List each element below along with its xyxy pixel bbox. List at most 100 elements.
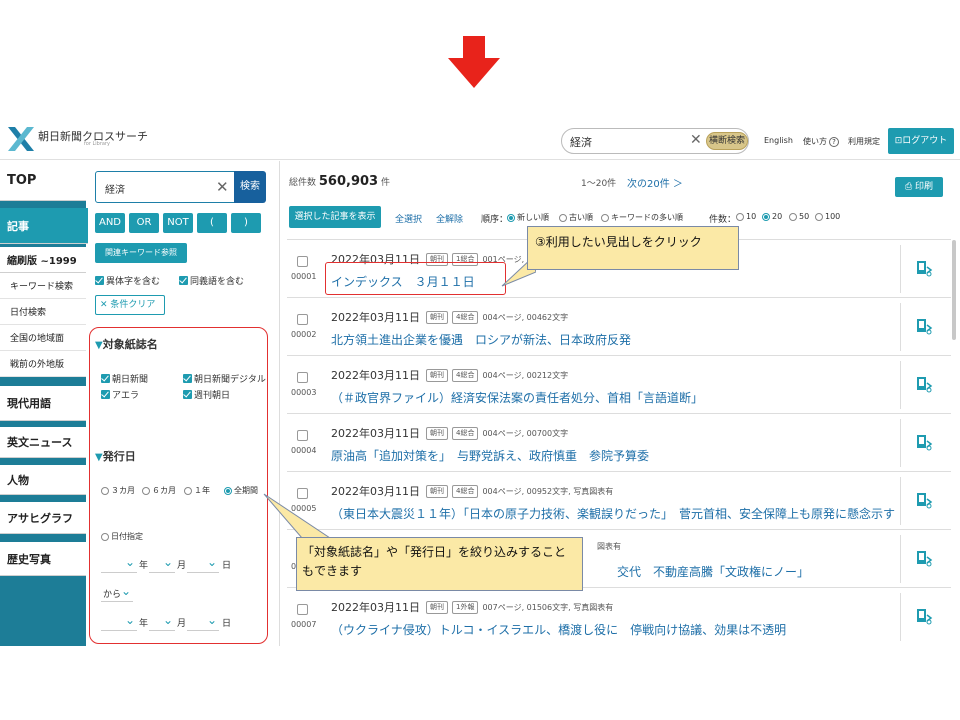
- or-button[interactable]: OR: [129, 213, 159, 233]
- document-view-icon[interactable]: [914, 491, 934, 511]
- nav-gendai[interactable]: 現代用語: [0, 386, 86, 421]
- period-all-radio[interactable]: 全期間: [224, 485, 258, 496]
- nav-person[interactable]: 人物: [0, 465, 86, 495]
- scrollbar[interactable]: [952, 240, 956, 340]
- row-title-link[interactable]: （東日本大震災１１年）「日本の原子力技術、楽観誤りだった」 菅元首相、安全保障上…: [331, 505, 895, 522]
- period-1y-radio[interactable]: １年: [184, 485, 210, 496]
- top-clear-icon[interactable]: ✕: [690, 132, 702, 148]
- paper-digital-checkbox[interactable]: 朝日新聞デジタル: [183, 372, 266, 385]
- nav-history-photo[interactable]: 歴史写真: [0, 542, 86, 576]
- row-title-link[interactable]: （ウクライナ侵攻）トルコ・イスラエル、橋渡し役に 停戦向け協議、効果は不透明: [331, 621, 786, 638]
- count-label: 件数：: [709, 215, 737, 225]
- radio-icon: [736, 212, 744, 221]
- paper-weekly-checkbox[interactable]: 週刊朝日: [183, 388, 230, 401]
- logo[interactable]: 朝日新聞クロスサーチ for Library: [8, 127, 148, 151]
- from-day-select[interactable]: ⌄: [187, 553, 219, 573]
- row-title-link[interactable]: 北方領土進出企業を優遇 ロシアが新法、日本政府反発: [331, 331, 631, 348]
- english-link[interactable]: English: [764, 136, 793, 145]
- period-6m-radio[interactable]: ６カ月: [142, 485, 176, 496]
- open-paren-button[interactable]: (: [197, 213, 227, 233]
- day-label: 日: [222, 561, 232, 571]
- range-from-select[interactable]: から ⌄: [101, 582, 133, 602]
- variant-char-checkbox[interactable]: 異体字を含む: [95, 274, 160, 287]
- keyword-clear-icon[interactable]: ✕: [216, 178, 229, 196]
- year-label: 年: [139, 561, 149, 571]
- table-row: 00004 2022年03月11日 朝刊 4総合 004ページ, 00700文字 原油…: [287, 413, 951, 471]
- from-month-select[interactable]: ⌄: [149, 553, 175, 573]
- row-checkbox[interactable]: [297, 372, 308, 383]
- print-button[interactable]: ⎙ 印刷: [895, 177, 943, 197]
- table-row: 00005 2022年03月11日 朝刊 4総合 004ページ, 00952文字, 写…: [287, 471, 951, 529]
- nav-sub-regional[interactable]: 全国の地域面: [0, 325, 86, 351]
- document-view-icon[interactable]: [914, 375, 934, 395]
- date-section-title[interactable]: ▼発行日: [95, 448, 136, 464]
- nav-sub-prewar[interactable]: 戦前の外地版: [0, 351, 86, 377]
- from-year-select[interactable]: ⌄: [101, 553, 137, 573]
- paper-aera-checkbox[interactable]: アエラ: [101, 388, 139, 401]
- document-view-icon[interactable]: [914, 433, 934, 453]
- order-newest-radio[interactable]: 新しい順: [507, 212, 549, 223]
- usage-link[interactable]: 使い方?: [803, 136, 839, 147]
- nav-kiji[interactable]: 記事: [0, 208, 92, 244]
- date-specify-radio[interactable]: 日付指定: [101, 531, 143, 542]
- page-range: 1～20件: [581, 179, 617, 189]
- count-20-radio[interactable]: 20: [762, 212, 782, 221]
- related-keyword-button[interactable]: 関連キーワード参照: [95, 243, 187, 263]
- row-meta: 図表有: [597, 541, 621, 552]
- nav-sub-keyword[interactable]: キーワード検索: [0, 273, 86, 299]
- synonym-checkbox[interactable]: 同義語を含む: [179, 274, 244, 287]
- search-button[interactable]: 検索: [234, 171, 266, 203]
- order-keyword-radio[interactable]: キーワードの多い順: [601, 212, 683, 223]
- document-view-icon[interactable]: [914, 549, 934, 569]
- order-oldest-radio[interactable]: 古い順: [559, 212, 593, 223]
- row-title-link[interactable]: （＃政官界ファイル）経済安保法案の責任者処分、首相「言語道断」: [331, 389, 703, 406]
- not-button[interactable]: NOT: [163, 213, 193, 233]
- count-10-label: 10: [746, 212, 757, 221]
- row-checkbox[interactable]: [297, 430, 308, 441]
- row-divider: [900, 419, 901, 467]
- papers-section-title[interactable]: ▼対象紙誌名: [95, 336, 158, 352]
- synonym-label: 同義語を含む: [190, 277, 245, 287]
- cross-search-button[interactable]: 横断検索: [706, 132, 748, 150]
- clear-conditions-button[interactable]: ✕ 条件クリア: [95, 295, 165, 315]
- to-year-select[interactable]: ⌄: [101, 611, 137, 631]
- and-button[interactable]: AND: [95, 213, 125, 233]
- paper-asahi-checkbox[interactable]: 朝日新聞: [101, 372, 148, 385]
- deselect-all-link[interactable]: 全解除: [436, 212, 463, 225]
- row-checkbox[interactable]: [297, 314, 308, 325]
- period-3m-radio[interactable]: ３カ月: [101, 485, 135, 496]
- row-title-link[interactable]: 原油高「追加対策を」 与野党訴え、政府慎重 参院予算委: [331, 447, 649, 464]
- terms-link[interactable]: 利用規定: [848, 136, 880, 147]
- row-date: 2022年03月11日: [331, 601, 420, 614]
- row-title-link[interactable]: 交代 不動産高騰「文政権にノー」: [617, 563, 809, 580]
- show-selected-button[interactable]: 選択した記事を表示: [289, 206, 381, 228]
- nav-shukusatsu[interactable]: 縮刷版 ~1999: [0, 247, 86, 273]
- top-search-input[interactable]: 経済: [570, 134, 592, 150]
- to-month-select[interactable]: ⌄: [149, 611, 175, 631]
- keyword-input[interactable]: 経済 ✕: [95, 171, 235, 203]
- close-paren-button[interactable]: ): [231, 213, 261, 233]
- nav-top[interactable]: TOP: [0, 161, 86, 201]
- top-search-box[interactable]: 経済 ✕ 横断検索: [561, 128, 749, 154]
- count-10-radio[interactable]: 10: [736, 212, 756, 221]
- row-checkbox[interactable]: [297, 604, 308, 615]
- to-day-select[interactable]: ⌄: [187, 611, 219, 631]
- document-view-icon[interactable]: [914, 607, 934, 627]
- document-view-icon[interactable]: [914, 317, 934, 337]
- row-title-link[interactable]: インデックス ３月１１日: [331, 273, 475, 290]
- count-50-radio[interactable]: 50: [789, 212, 809, 221]
- total-unit: 件: [380, 178, 390, 188]
- next-page-link[interactable]: 次の20件 ＞: [627, 175, 683, 190]
- row-info: 004ページ, 00212文字: [482, 370, 569, 380]
- paper-weekly-label: 週刊朝日: [194, 391, 231, 401]
- count-100-radio[interactable]: 100: [815, 212, 840, 221]
- paper-asahi-label: 朝日新聞: [112, 375, 149, 385]
- nav-sub-date[interactable]: 日付検索: [0, 299, 86, 325]
- order-oldest-label: 古い順: [569, 213, 593, 222]
- nav-english-news[interactable]: 英文ニュース: [0, 427, 86, 458]
- select-all-link[interactable]: 全選択: [395, 212, 422, 225]
- logout-button[interactable]: ⊡ログアウト: [888, 128, 954, 154]
- row-checkbox[interactable]: [297, 256, 308, 267]
- document-view-icon[interactable]: [914, 259, 934, 279]
- nav-asahigraph[interactable]: アサヒグラフ: [0, 502, 86, 534]
